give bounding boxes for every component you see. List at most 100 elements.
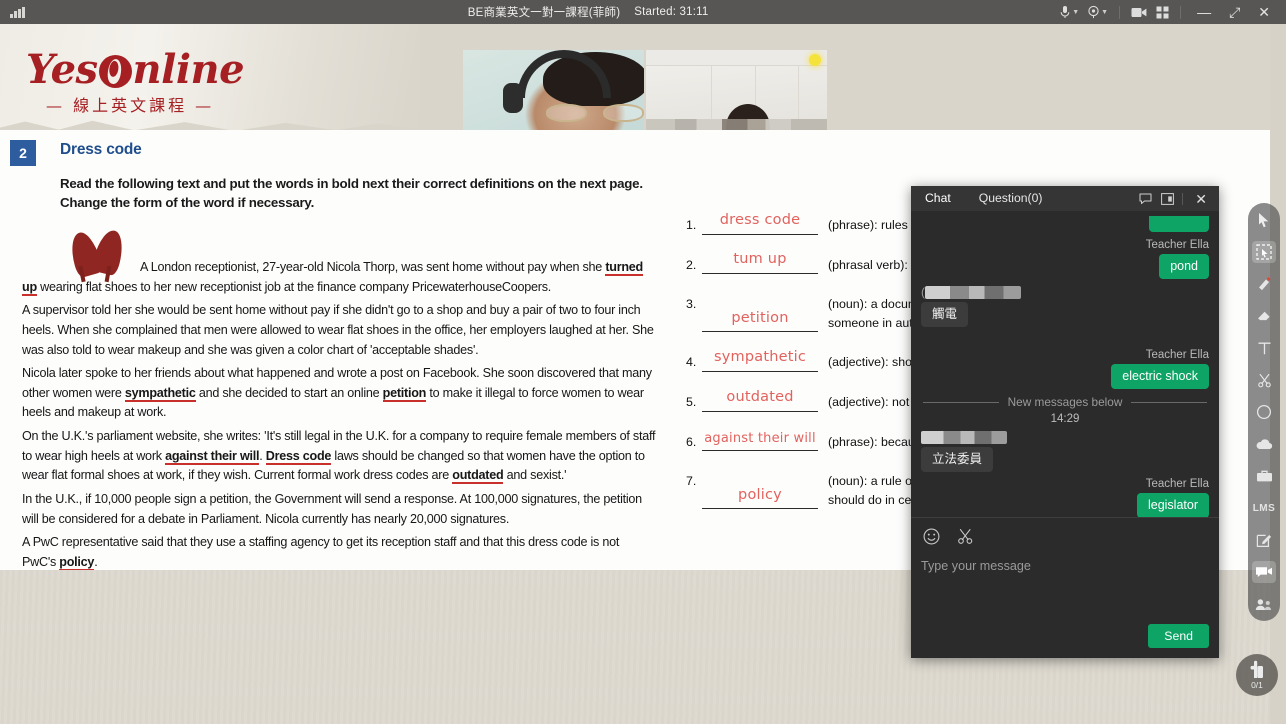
chat-message: 立法委員: [921, 431, 1209, 472]
message-bubble: pond: [1159, 254, 1209, 279]
message-sender-blurred: (: [921, 285, 1209, 299]
emoji-smiley-icon[interactable]: [921, 526, 941, 546]
microphone-button[interactable]: ▼: [1056, 0, 1082, 24]
handwritten-answer: against their will: [704, 430, 816, 446]
message-bubble: 立法委員: [921, 447, 994, 472]
answer-blank[interactable]: tum up: [702, 248, 818, 275]
raise-hand-button[interactable]: 0/1: [1236, 654, 1278, 696]
chat-message: [921, 215, 1209, 233]
chat-input-tools: [921, 526, 1209, 546]
chat-message: Teacher Ella electric shock: [921, 349, 1209, 389]
cursor-arrow-icon[interactable]: [1252, 209, 1276, 231]
tab-chat[interactable]: Chat: [911, 186, 965, 211]
header-band: Yes nline — 線上英文課程 — Teacher Ella: [0, 24, 1286, 130]
edit-note-icon[interactable]: [1252, 529, 1276, 551]
chat-header: Chat Question(0) ✕: [911, 186, 1219, 211]
video-tile-teacher[interactable]: Teacher Ella: [463, 50, 644, 130]
minimize-button[interactable]: —: [1189, 5, 1219, 19]
message-bubble: 觸電: [921, 302, 969, 327]
session-timer: Started: 31:11: [634, 6, 709, 18]
video-tile-student[interactable]: [646, 50, 827, 130]
worksheet-instructions: Read the following text and put the word…: [60, 176, 643, 211]
answer-blank[interactable]: against their will: [702, 425, 818, 452]
send-button[interactable]: Send: [1148, 624, 1209, 648]
lms-icon[interactable]: LMS: [1252, 497, 1276, 519]
definition-number: 7.: [686, 474, 697, 489]
chat-video-icon[interactable]: [1252, 561, 1276, 583]
handwritten-answer: dress code: [719, 211, 801, 228]
brand-logo: Yes nline — 線上英文課程 —: [0, 24, 420, 130]
message-sender: Teacher Ella: [1145, 239, 1209, 251]
answer-blank[interactable]: dress code: [702, 209, 818, 235]
title-bar: BE商業英文一對一課程(菲師) Started: 31:11 ▼ ▼ — ⤢ ✕: [0, 0, 1286, 24]
brand-subtitle: — 線上英文課程 —: [46, 96, 215, 115]
definition-number: 6.: [686, 434, 697, 449]
chevron-down-icon[interactable]: ▼: [1072, 9, 1079, 16]
scissors-icon[interactable]: [1252, 369, 1276, 391]
close-button[interactable]: ✕: [1250, 5, 1278, 19]
app-root: BE商業英文一對一課程(菲師) Started: 31:11 ▼ ▼ — ⤢ ✕…: [0, 0, 1286, 724]
definition-number: 2.: [686, 257, 697, 272]
record-button[interactable]: [1128, 0, 1150, 24]
raise-hand-count: 0/1: [1251, 680, 1263, 690]
section-number-badge: 2: [10, 140, 36, 166]
chat-messages[interactable]: Teacher Ella pond ( 觸電 Teacher Ella elec…: [911, 211, 1219, 518]
eraser-icon[interactable]: [1252, 305, 1276, 327]
raise-hand-icon: [1250, 660, 1263, 678]
paragraph-1: A London receptionist, 27-year-old Nicol…: [22, 260, 643, 296]
chat-message: Teacher Ella legislator: [921, 478, 1209, 517]
glasses: [546, 104, 644, 122]
divider: [1180, 5, 1182, 19]
handwritten-answer: outdated: [726, 388, 794, 405]
paragraph-4: On the U.K.'s parliament website, she wr…: [22, 429, 656, 485]
layout-grid-button[interactable]: [1152, 0, 1172, 24]
page-title: Dress code: [60, 141, 142, 158]
text-tool-icon[interactable]: [1252, 337, 1276, 359]
answer-blank[interactable]: policy: [702, 483, 818, 510]
chevron-down-icon[interactable]: ▼: [1101, 9, 1108, 16]
message-sender: Teacher Ella: [1145, 478, 1209, 490]
speech-bubble-icon[interactable]: [1134, 186, 1156, 211]
answer-blank[interactable]: outdated: [702, 386, 818, 412]
chat-input-placeholder[interactable]: Type your message: [921, 559, 1209, 573]
title-bar-controls: ▼ ▼ — ⤢ ✕: [1056, 0, 1286, 24]
message-bubble-partial: [1149, 216, 1209, 232]
connection-status: [0, 6, 120, 18]
student-video-frame: [646, 50, 827, 130]
ceiling: [646, 50, 827, 66]
circle-shape-icon[interactable]: [1252, 401, 1276, 423]
answer-blank[interactable]: petition: [702, 306, 818, 333]
toolbox-icon[interactable]: [1252, 465, 1276, 487]
course-title: BE商業英文一對一課程(菲師): [467, 7, 621, 19]
participants-icon[interactable]: [1252, 593, 1276, 615]
divider: [1182, 192, 1184, 205]
definition-number: 5.: [686, 395, 697, 410]
close-icon[interactable]: ✕: [1187, 192, 1215, 206]
chat-panel: Chat Question(0) ✕ Teacher Ella pond (觸…: [911, 186, 1219, 658]
title-bar-center: BE商業英文一對一課程(菲師) Started: 31:11: [120, 4, 1056, 20]
handwritten-answer: tum up: [733, 251, 787, 268]
paragraph-5: In the U.K., if 10,000 people sign a pet…: [22, 492, 642, 526]
pop-out-icon[interactable]: [1156, 186, 1178, 211]
select-region-icon[interactable]: [1252, 241, 1276, 263]
handwritten-answer: policy: [738, 486, 782, 503]
highlighter-pen-icon[interactable]: [1252, 273, 1276, 295]
chat-message: ( 觸電: [921, 285, 1209, 327]
status-dot: [809, 54, 821, 66]
scissors-icon[interactable]: [955, 526, 975, 546]
tab-question[interactable]: Question(0): [965, 186, 1057, 211]
answer-blank[interactable]: sympathetic: [702, 346, 818, 373]
restore-button[interactable]: ⤢: [1221, 5, 1248, 19]
chat-message: Teacher Ella pond: [921, 239, 1209, 279]
brand-name: Yes nline: [26, 46, 245, 93]
chat-input-area[interactable]: Type your message Send: [911, 518, 1219, 658]
message-bubble: legislator: [1136, 493, 1209, 517]
cloud-upload-icon[interactable]: [1252, 433, 1276, 455]
message-bubble: electric shock: [1111, 364, 1209, 389]
definition-number: 4.: [686, 355, 697, 370]
handwritten-answer: sympathetic: [713, 349, 807, 366]
camera-button[interactable]: ▼: [1084, 0, 1111, 24]
brand-name-part1: Yes: [26, 46, 98, 93]
new-messages-label: New messages below: [1007, 395, 1123, 409]
yesonline-swan-logo: [98, 55, 132, 88]
